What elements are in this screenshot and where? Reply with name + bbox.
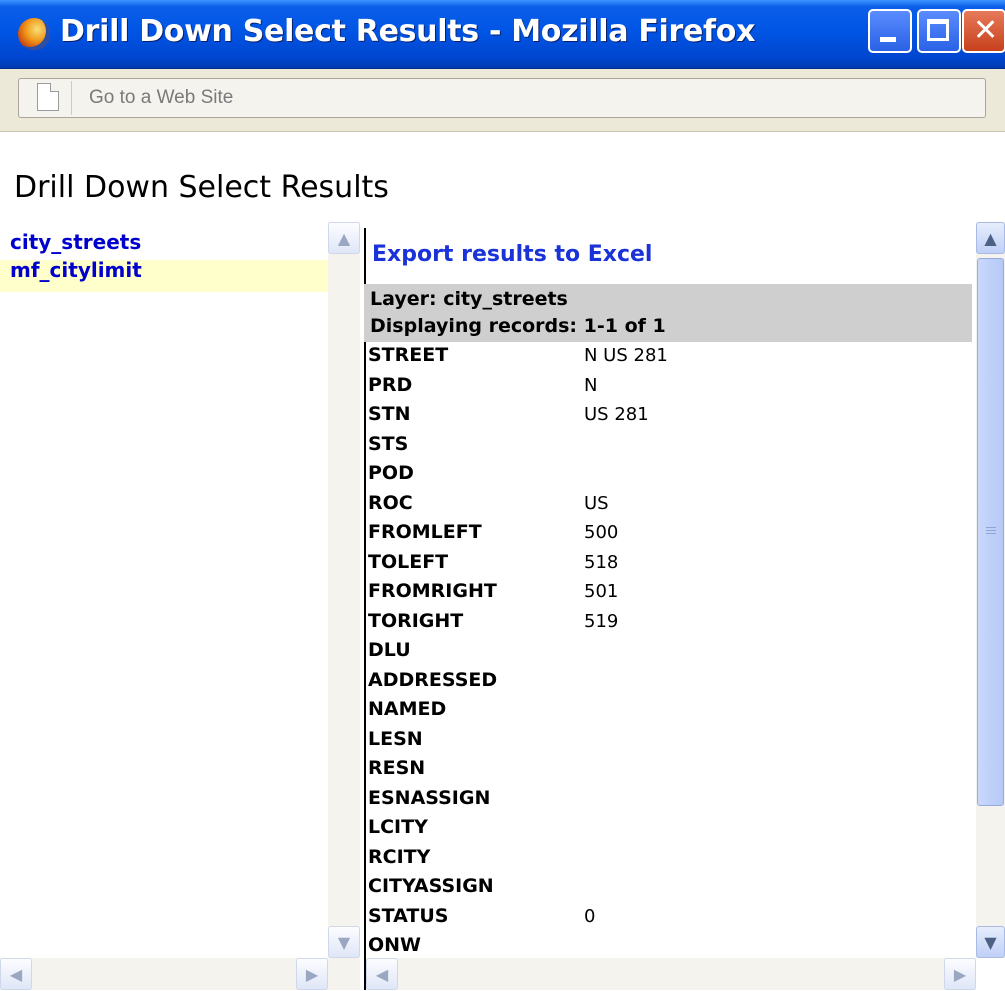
scroll-down-icon[interactable]: ▼ bbox=[328, 926, 360, 958]
attribute-row: TOLEFT 518 bbox=[364, 549, 972, 579]
results-vscrollbar[interactable]: ▲ ▼ bbox=[976, 222, 1005, 958]
layer-list-hscrollbar[interactable]: ◀ ▶ bbox=[0, 958, 360, 990]
attribute-value: N US 281 bbox=[584, 345, 668, 366]
attribute-row: FROMLEFT 500 bbox=[364, 519, 972, 549]
layer-name-line: Layer: city_streets bbox=[370, 288, 568, 310]
attribute-row: STREET N US 281 bbox=[364, 342, 972, 372]
attribute-row: RCITY bbox=[364, 844, 972, 874]
attribute-row: STS bbox=[364, 431, 972, 461]
attribute-row: POD bbox=[364, 460, 972, 490]
thumb-grip bbox=[986, 533, 996, 534]
attribute-name: STN bbox=[368, 403, 411, 425]
attribute-row: LCITY bbox=[364, 814, 972, 844]
attribute-name: RCITY bbox=[368, 845, 431, 868]
results-frame: Export results to Excel Layer: city_stre… bbox=[364, 228, 972, 990]
scroll-thumb[interactable] bbox=[977, 258, 1004, 806]
attribute-name: TORIGHT bbox=[368, 609, 464, 632]
attribute-name: STATUS bbox=[368, 904, 449, 927]
page-content: Drill Down Select Results city_streets m… bbox=[0, 132, 1005, 991]
attribute-row: RESN bbox=[364, 755, 972, 785]
thumb-grip bbox=[986, 527, 996, 528]
layer-link-city-streets[interactable]: city_streets bbox=[10, 230, 141, 254]
attribute-table: STREET N US 281 PRD N STN US 281 STS POD ROC US FR… bbox=[364, 342, 972, 962]
attribute-row: DLU bbox=[364, 637, 972, 667]
maximize-button[interactable] bbox=[917, 9, 961, 53]
attribute-value: US 281 bbox=[584, 404, 649, 425]
scroll-right-icon[interactable]: ▶ bbox=[944, 958, 976, 990]
records-count-line: Displaying records: 1-1 of 1 bbox=[370, 315, 666, 337]
scroll-left-icon[interactable]: ◀ bbox=[0, 958, 32, 990]
attribute-name: RESN bbox=[368, 757, 426, 779]
attribute-name: NAMED bbox=[368, 698, 447, 720]
attribute-name: DLU bbox=[368, 639, 411, 661]
attribute-name: ONW bbox=[368, 934, 422, 956]
address-placeholder[interactable]: Go to a Web Site bbox=[89, 87, 233, 109]
attribute-row: LESN bbox=[364, 726, 972, 756]
scroll-left-icon[interactable]: ◀ bbox=[366, 958, 398, 990]
attribute-row: TORIGHT 519 bbox=[364, 608, 972, 638]
address-field[interactable]: Go to a Web Site bbox=[18, 78, 986, 118]
close-icon: ✕ bbox=[973, 13, 999, 48]
attribute-row: PRD N bbox=[364, 372, 972, 402]
page-icon bbox=[37, 83, 59, 111]
attribute-row: NAMED bbox=[364, 696, 972, 726]
attribute-value: 0 bbox=[584, 905, 596, 927]
attribute-name: ADDRESSED bbox=[368, 668, 498, 691]
attribute-row: STATUS 0 bbox=[364, 903, 972, 933]
attribute-row: CITYASSIGN bbox=[364, 873, 972, 903]
attribute-value: 500 bbox=[584, 522, 619, 543]
attribute-row: ROC US bbox=[364, 490, 972, 520]
attribute-value: US bbox=[584, 492, 609, 514]
firefox-icon bbox=[18, 18, 50, 50]
attribute-value: 519 bbox=[584, 610, 619, 632]
export-excel-link[interactable]: Export results to Excel bbox=[372, 242, 652, 267]
minimize-button[interactable] bbox=[868, 9, 912, 53]
attribute-name: STREET bbox=[368, 344, 449, 366]
attribute-value: 501 bbox=[584, 581, 619, 602]
page-title: Drill Down Select Results bbox=[14, 170, 389, 205]
scroll-right-icon[interactable]: ▶ bbox=[296, 958, 328, 990]
layer-link-mf-citylimit[interactable]: mf_citylimit bbox=[10, 258, 142, 282]
scroll-up-icon[interactable]: ▲ bbox=[976, 222, 1005, 254]
attribute-value: 518 bbox=[584, 551, 619, 573]
maximize-icon bbox=[927, 19, 949, 41]
window-titlebar[interactable]: Drill Down Select Results - Mozilla Fire… bbox=[0, 0, 1005, 69]
attribute-value: N bbox=[584, 374, 598, 396]
layer-list-frame bbox=[0, 228, 358, 892]
minimize-icon bbox=[880, 37, 896, 42]
attribute-name: STS bbox=[368, 432, 409, 455]
attribute-name: TOLEFT bbox=[368, 550, 449, 573]
thumb-grip bbox=[986, 530, 996, 531]
scroll-down-icon[interactable]: ▼ bbox=[976, 926, 1005, 958]
attribute-name: ESNASSIGN bbox=[368, 786, 491, 809]
attribute-row: FROMRIGHT 501 bbox=[364, 578, 972, 608]
attribute-name: FROMLEFT bbox=[368, 521, 482, 543]
attribute-name: PRD bbox=[368, 373, 413, 396]
results-hscrollbar[interactable]: ◀ ▶ bbox=[366, 958, 976, 990]
close-button[interactable]: ✕ bbox=[962, 9, 1005, 53]
address-separator bbox=[71, 81, 72, 115]
attribute-row: ADDRESSED bbox=[364, 667, 972, 697]
attribute-name: LCITY bbox=[368, 816, 428, 838]
layer-list-vscrollbar[interactable]: ▲ ▼ bbox=[328, 222, 360, 958]
results-header: Layer: city_streets Displaying records: … bbox=[364, 284, 972, 342]
attribute-name: POD bbox=[368, 462, 414, 484]
attribute-row: ESNASSIGN bbox=[364, 785, 972, 815]
scroll-up-icon[interactable]: ▲ bbox=[328, 222, 360, 254]
attribute-name: ROC bbox=[368, 491, 413, 514]
attribute-name: CITYASSIGN bbox=[368, 875, 494, 897]
window-title: Drill Down Select Results - Mozilla Fire… bbox=[60, 14, 756, 49]
attribute-name: FROMRIGHT bbox=[368, 580, 497, 602]
attribute-row: STN US 281 bbox=[364, 401, 972, 431]
attribute-name: LESN bbox=[368, 727, 423, 750]
